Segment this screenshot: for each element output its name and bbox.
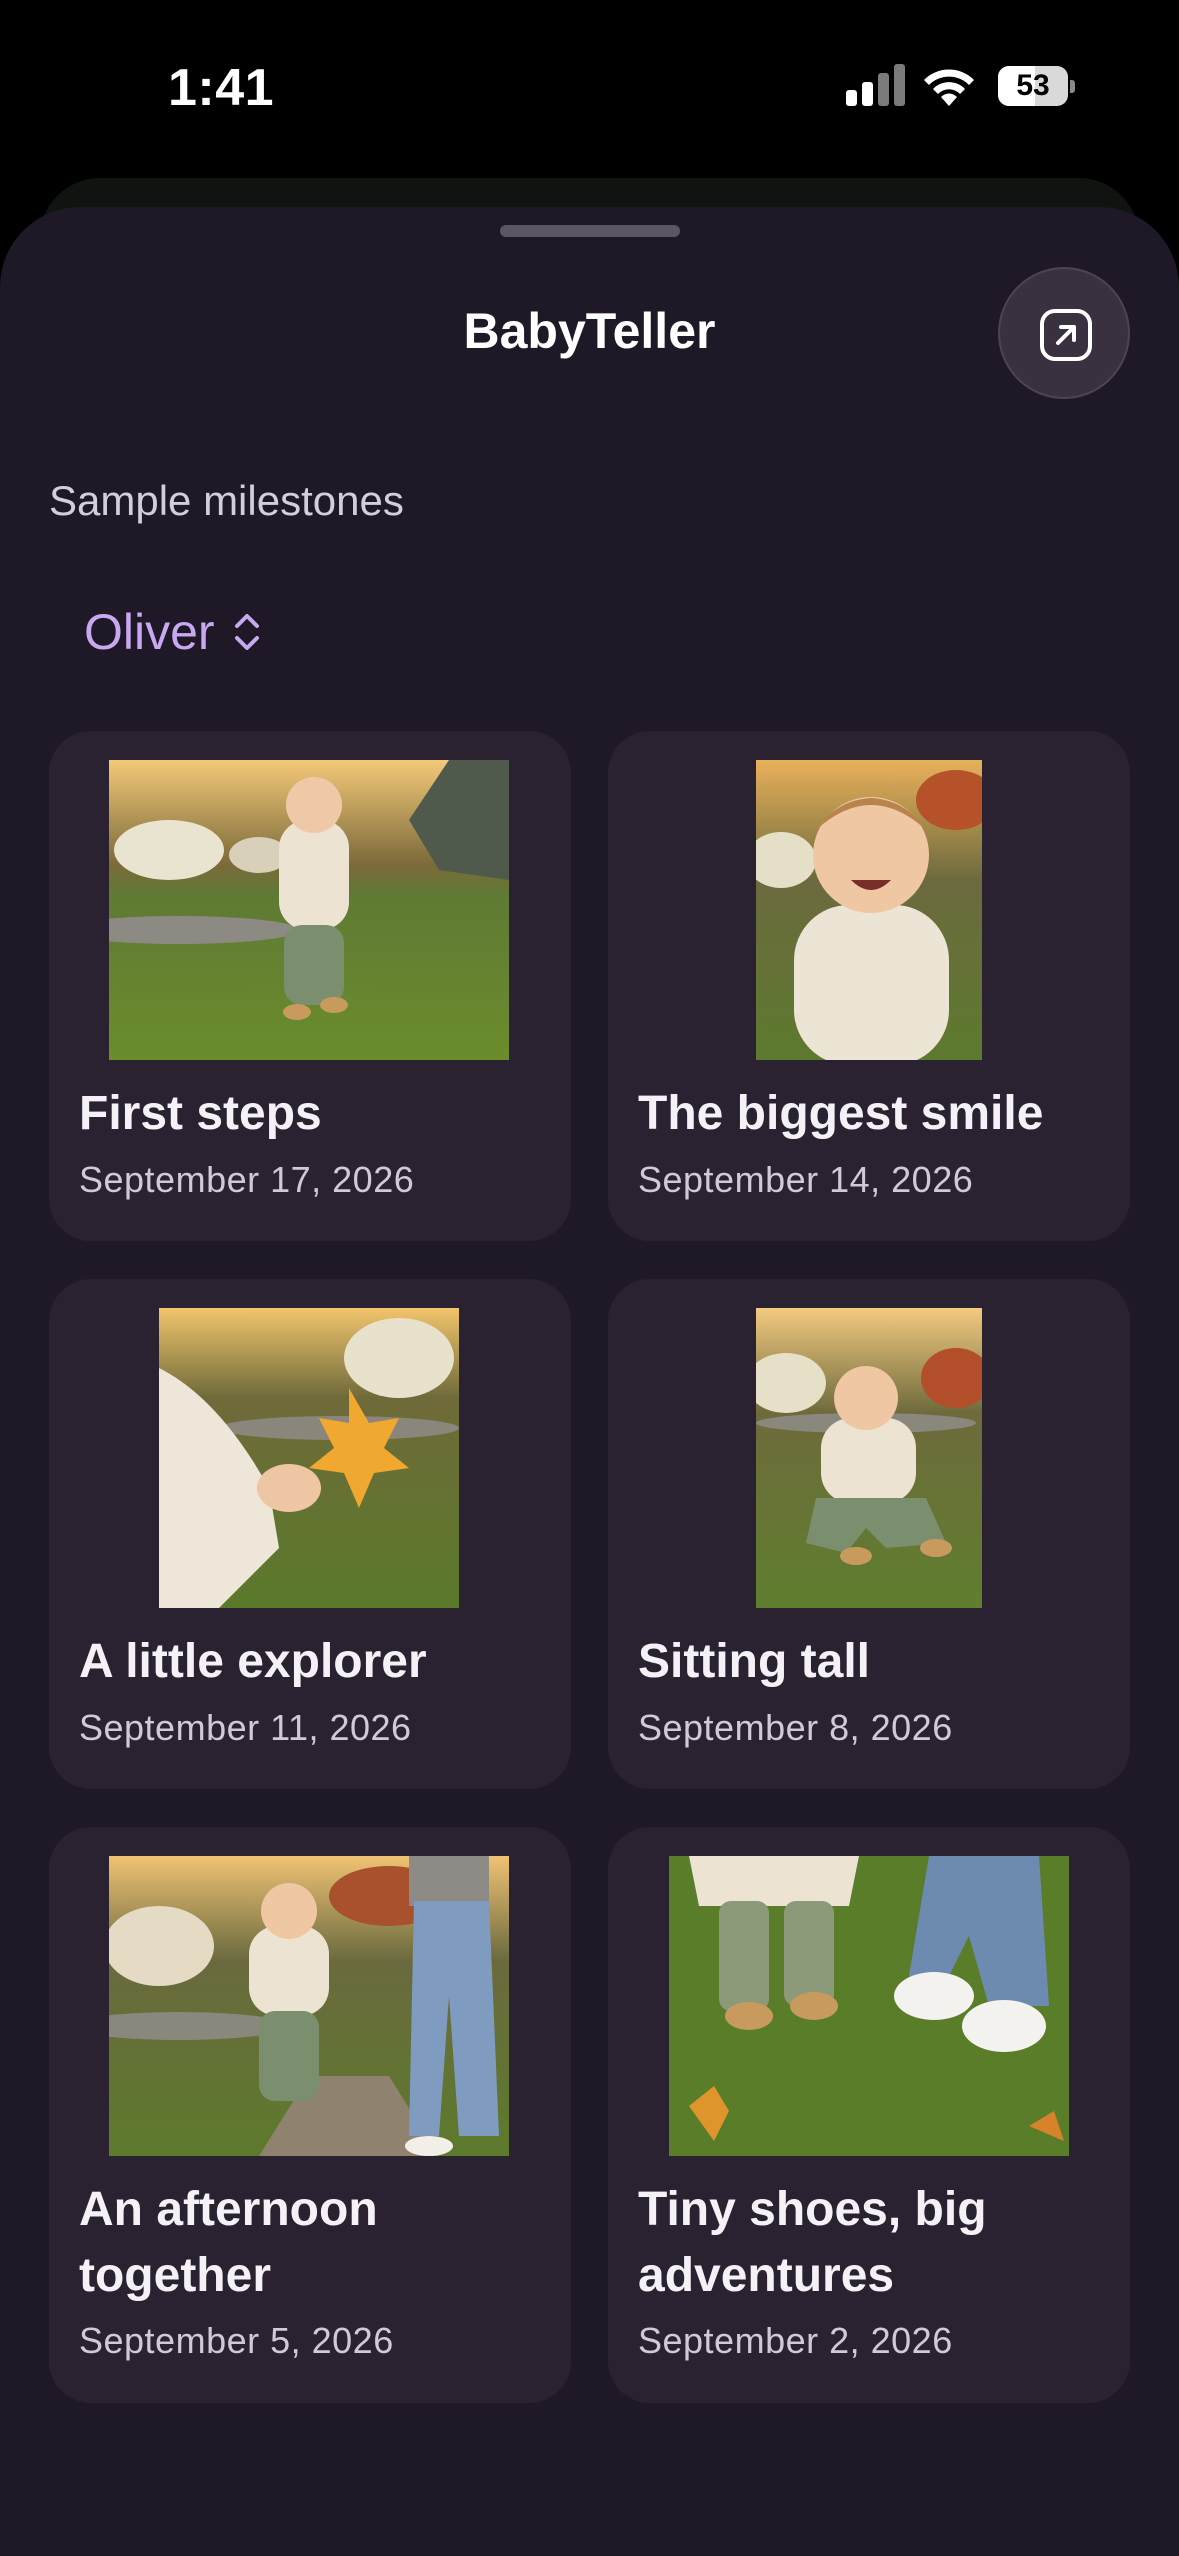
milestone-card[interactable]: An afternoon together September 5, 2026 — [49, 1827, 571, 2403]
milestone-title: Tiny shoes, big adventures — [638, 2183, 987, 2302]
sheet-grabber[interactable] — [500, 225, 680, 237]
milestone-date: September 14, 2026 — [638, 1159, 974, 1200]
milestone-date: September 17, 2026 — [79, 1159, 415, 1200]
milestone-photo — [109, 1856, 509, 2156]
milestone-title: An afternoon together — [79, 2183, 378, 2302]
milestone-card[interactable]: Sitting tall September 8, 2026 — [608, 1279, 1130, 1789]
milestone-date: September 5, 2026 — [79, 2320, 394, 2361]
status-bar: 1:41 53 — [0, 0, 1179, 170]
milestone-card[interactable]: A little explorer September 11, 2026 — [49, 1279, 571, 1789]
milestone-card[interactable]: First steps September 17, 2026 — [49, 731, 571, 1241]
milestone-photo — [756, 760, 982, 1060]
milestone-date: September 2, 2026 — [638, 2320, 953, 2361]
child-name: Oliver — [84, 604, 215, 660]
milestone-title: A little explorer — [79, 1635, 427, 1688]
milestones-sheet: BabyTeller Sample milestones Oliver Firs… — [0, 207, 1179, 2556]
milestone-title: First steps — [79, 1087, 322, 1140]
child-picker[interactable]: Oliver — [84, 603, 263, 661]
milestone-card[interactable]: The biggest smile September 14, 2026 — [608, 731, 1130, 1241]
status-time: 1:41 — [168, 59, 275, 117]
milestone-date: September 8, 2026 — [638, 1707, 953, 1748]
milestone-card[interactable]: Tiny shoes, big adventures September 2, … — [608, 1827, 1130, 2403]
cellular-signal-icon — [846, 64, 906, 106]
battery-percentage: 53 — [1016, 69, 1050, 102]
section-label: Sample milestones — [49, 477, 404, 524]
wifi-icon — [922, 62, 976, 106]
milestone-photo — [756, 1308, 982, 1608]
open-external-button[interactable] — [998, 267, 1130, 399]
milestone-photo — [109, 760, 509, 1060]
milestone-photo — [159, 1308, 459, 1608]
milestone-date: September 11, 2026 — [79, 1707, 412, 1748]
milestone-title: The biggest smile — [638, 1087, 1044, 1140]
chevron-up-down-icon — [234, 614, 259, 650]
battery-icon: 53 — [998, 66, 1075, 106]
milestone-photo — [669, 1856, 1069, 2156]
arrow-up-right-square-icon — [1040, 309, 1092, 361]
milestone-title: Sitting tall — [638, 1635, 870, 1688]
